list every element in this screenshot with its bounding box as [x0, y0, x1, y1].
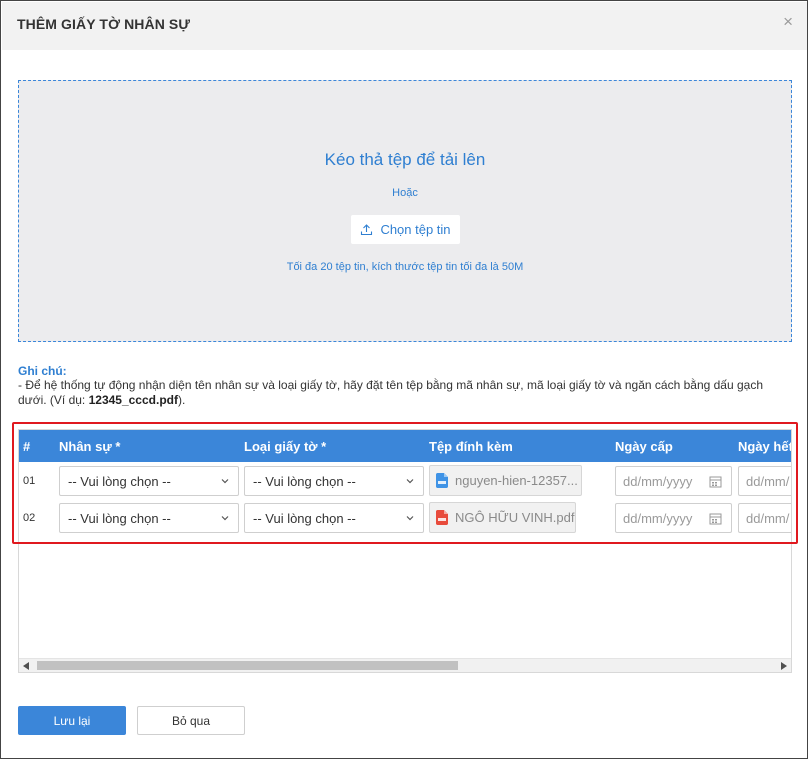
employee-select-value: -- Vui lòng chọn -- — [68, 510, 171, 526]
scroll-right-icon[interactable] — [780, 662, 787, 670]
table-header: # Nhân sự * Loại giấy tờ * Tệp đính kèm … — [19, 430, 791, 462]
scrollbar-thumb[interactable] — [37, 661, 458, 670]
employee-select-value: -- Vui lòng chọn -- — [68, 473, 171, 489]
issue-date-input[interactable]: dd/mm/yyyy — [615, 466, 732, 496]
close-icon[interactable]: × — [783, 12, 793, 32]
header-expiry-date: Ngày hết — [738, 439, 792, 454]
header-employee: Nhân sự * — [59, 439, 121, 454]
table-row: 01 -- Vui lòng chọn -- -- Vui lòng chọn … — [19, 462, 791, 499]
row-number: 01 — [23, 475, 36, 487]
expiry-date-input[interactable]: dd/mm/ — [738, 466, 791, 496]
expiry-date-input[interactable]: dd/mm/ — [738, 503, 791, 533]
chevron-down-icon — [221, 516, 229, 521]
upload-icon — [360, 223, 373, 236]
choose-file-label: Chọn tệp tin — [380, 222, 451, 237]
modal-header: THÊM GIẤY TỜ NHÂN SỰ × — [2, 2, 807, 50]
scroll-left-icon[interactable] — [23, 662, 30, 670]
documents-table: # Nhân sự * Loại giấy tờ * Tệp đính kèm … — [18, 429, 792, 673]
file-dropzone[interactable]: Kéo thả tệp để tải lên Hoặc Chọn tệp tin… — [18, 80, 792, 342]
table-row: 02 -- Vui lòng chọn -- -- Vui lòng chọn … — [19, 499, 791, 536]
issue-date-placeholder: dd/mm/yyyy — [623, 510, 693, 526]
calendar-icon — [709, 513, 722, 525]
chevron-down-icon — [221, 479, 229, 484]
attachment-file-name: NGÔ HỮU VINH.pdf — [455, 510, 575, 525]
dropzone-or-text: Hoặc — [392, 187, 418, 199]
note-example: 12345_cccd.pdf — [88, 393, 178, 407]
pdf-file-icon — [436, 510, 448, 525]
dropzone-limit-text: Tối đa 20 tệp tin, kích thước tệp tin tố… — [286, 261, 524, 273]
doc-type-select-value: -- Vui lòng chọn -- — [253, 473, 356, 489]
employee-select[interactable]: -- Vui lòng chọn -- — [59, 503, 239, 533]
cancel-button[interactable]: Bỏ qua — [137, 706, 245, 735]
header-issue-date: Ngày cấp — [615, 439, 673, 454]
attachment-file-name: nguyen-hien-12357... — [455, 473, 578, 488]
chevron-down-icon — [406, 516, 414, 521]
doc-type-select[interactable]: -- Vui lòng chọn -- — [244, 466, 424, 496]
calendar-icon — [709, 476, 722, 488]
doc-type-select[interactable]: -- Vui lòng chọn -- — [244, 503, 424, 533]
dropzone-title: Kéo thả tệp để tải lên — [324, 150, 486, 169]
save-button[interactable]: Lưu lại — [18, 706, 126, 735]
note-title: Ghi chú: — [18, 364, 67, 378]
attachment-file[interactable]: nguyen-hien-12357... — [429, 465, 582, 496]
doc-file-icon — [436, 473, 448, 488]
note-text: - Để hệ thống tự động nhận diện tên nhân… — [18, 378, 793, 408]
employee-select[interactable]: -- Vui lòng chọn -- — [59, 466, 239, 496]
note-end: ). — [177, 393, 186, 407]
modal-title: THÊM GIẤY TỜ NHÂN SỰ — [17, 16, 191, 32]
issue-date-input[interactable]: dd/mm/yyyy — [615, 503, 732, 533]
issue-date-placeholder: dd/mm/yyyy — [623, 473, 693, 489]
header-num: # — [23, 439, 31, 454]
row-number: 02 — [23, 512, 36, 524]
add-staff-document-modal: THÊM GIẤY TỜ NHÂN SỰ × Kéo thả tệp để tả… — [0, 0, 808, 759]
expiry-date-placeholder: dd/mm/ — [746, 510, 790, 526]
choose-file-button[interactable]: Chọn tệp tin — [351, 215, 460, 244]
attachment-file[interactable]: NGÔ HỮU VINH.pdf — [429, 502, 576, 533]
header-doc-type: Loại giấy tờ * — [244, 439, 327, 454]
header-attachment: Tệp đính kèm — [429, 439, 513, 454]
horizontal-scrollbar[interactable] — [19, 658, 791, 672]
expiry-date-placeholder: dd/mm/ — [746, 473, 790, 489]
doc-type-select-value: -- Vui lòng chọn -- — [253, 510, 356, 526]
chevron-down-icon — [406, 479, 414, 484]
